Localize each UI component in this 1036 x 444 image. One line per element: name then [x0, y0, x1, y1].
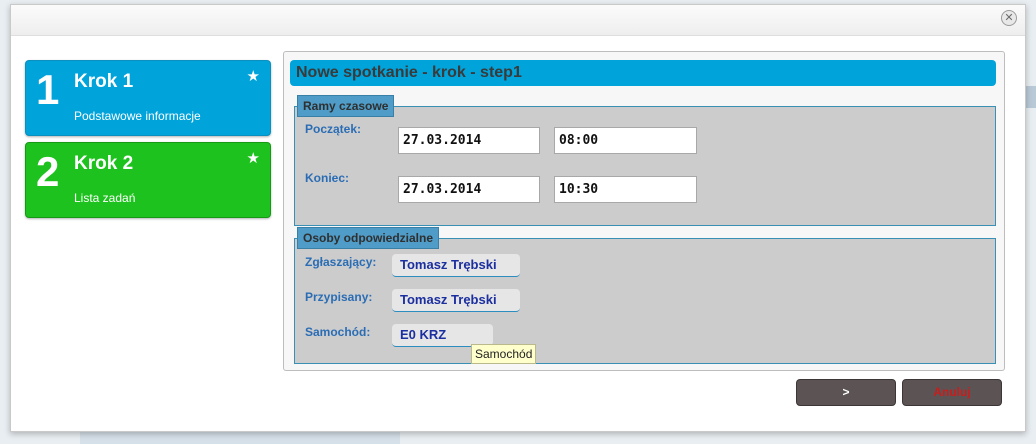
wizard-step-1[interactable]: 1 Krok 1 Podstawowe informacje ★ — [25, 60, 271, 136]
step-description: Lista zadań — [74, 191, 136, 205]
end-date-input[interactable]: 27.03.2014 — [398, 176, 540, 203]
dialog-titlebar: ✕ — [11, 5, 1025, 36]
assignee-label: Przypisany: — [305, 290, 373, 304]
reporter-label: Zgłaszający: — [305, 255, 377, 269]
next-button[interactable]: > — [796, 379, 896, 406]
start-time-input[interactable]: 08:00 — [554, 127, 697, 154]
close-icon[interactable]: ✕ — [1001, 10, 1017, 26]
background-footer — [80, 430, 400, 444]
step-content-panel: Nowe spotkanie - krok - step1 Ramy czaso… — [283, 51, 1005, 371]
end-time-input[interactable]: 10:30 — [554, 176, 697, 203]
time-range-legend: Ramy czasowe — [297, 95, 395, 117]
star-icon: ★ — [246, 67, 260, 85]
step-title: Krok 1 — [74, 71, 134, 92]
car-tooltip: Samochód — [471, 344, 537, 364]
wizard-dialog: ✕ 1 Krok 1 Podstawowe informacje ★ 2 Kro… — [10, 4, 1026, 432]
end-label: Koniec: — [305, 171, 350, 185]
responsible-people-legend: Osoby odpowiedzialne — [297, 227, 440, 249]
start-label: Początek: — [305, 122, 362, 136]
panel-title: Nowe spotkanie - krok - step1 — [290, 60, 996, 86]
car-label: Samochód: — [305, 325, 371, 339]
step-number: 1 — [36, 66, 60, 113]
assignee-selector[interactable]: Tomasz Trębski — [392, 289, 520, 312]
wizard-step-2[interactable]: 2 Krok 2 Lista zadań ★ — [25, 142, 271, 218]
step-number: 2 — [36, 148, 60, 195]
step-title: Krok 2 — [74, 153, 134, 174]
time-range-fieldset: Ramy czasowe Początek: 27.03.2014 08:00 … — [294, 95, 996, 226]
step-description: Podstawowe informacje — [74, 109, 201, 123]
star-icon: ★ — [246, 149, 260, 167]
start-date-input[interactable]: 27.03.2014 — [398, 127, 540, 154]
background-row-highlight — [1026, 86, 1036, 108]
cancel-button[interactable]: Anuluj — [902, 379, 1002, 406]
reporter-selector[interactable]: Tomasz Trębski — [392, 254, 520, 277]
responsible-people-fieldset: Osoby odpowiedzialne Zgłaszający: Tomasz… — [294, 227, 996, 364]
